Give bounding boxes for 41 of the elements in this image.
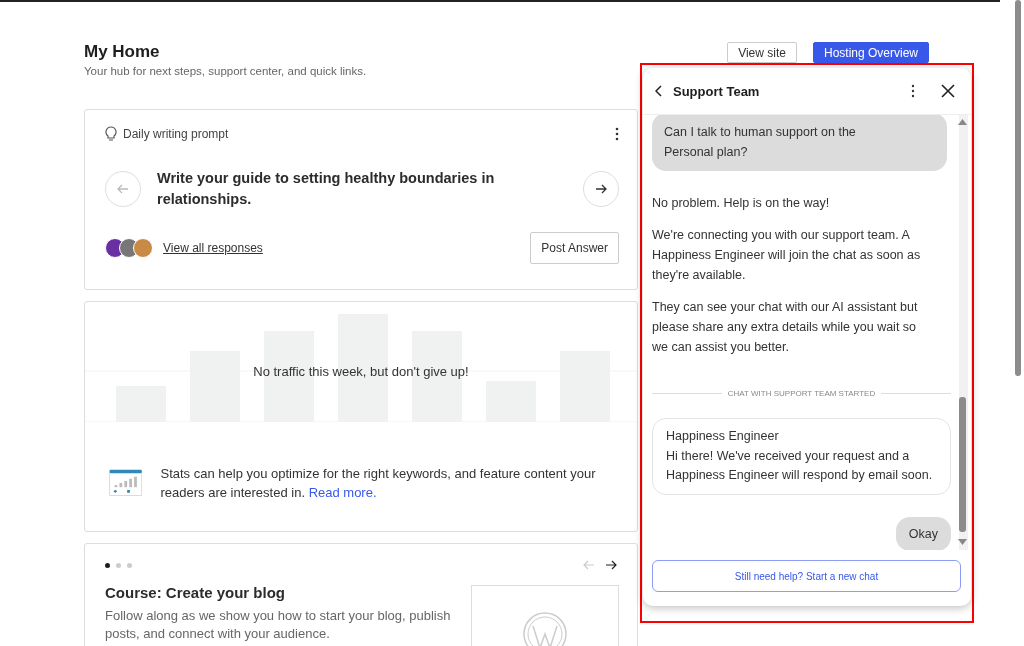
prompt-label: Daily writing prompt: [123, 127, 229, 141]
page-subtitle: Your hub for next steps, support center, and quick links.: [84, 65, 367, 77]
next-arrow-icon[interactable]: [605, 560, 617, 570]
read-more-link[interactable]: Read more.: [308, 485, 377, 500]
user-message: Okay: [895, 516, 951, 550]
chat-title: Support Team: [673, 83, 760, 99]
carousel-dot[interactable]: [105, 562, 110, 568]
course-description: Follow along as we show you how to start your blog, publish posts, and connect with your audience.: [105, 607, 452, 643]
sender-name: Happiness Engineer: [666, 428, 780, 445]
next-prompt-button[interactable]: [583, 171, 619, 207]
user-message: Can I talk to human support on the Personal plan?: [652, 115, 947, 171]
carousel-dot[interactable]: [127, 562, 132, 568]
avatar: [133, 238, 153, 258]
scroll-down-icon[interactable]: [958, 539, 967, 545]
carousel-dot[interactable]: [116, 562, 121, 568]
prompt-text: Write your guide to setting healthy boundaries in relationships.: [157, 169, 496, 209]
assistant-message: We're connecting you with our support team. A Happiness Engineer will join the chat as soon as they're available.: [652, 227, 922, 284]
back-icon[interactable]: [655, 85, 663, 97]
page-title: My Home: [84, 42, 161, 62]
logo-icon: [523, 612, 567, 646]
more-options-icon[interactable]: [615, 127, 619, 141]
assistant-message: They can see your chat with our AI assistant but please share any extra details while you wait so we can assist you better.: [652, 299, 919, 356]
view-site-button[interactable]: View site: [727, 42, 797, 63]
post-answer-button[interactable]: Post Answer: [530, 232, 619, 264]
assistant-message: No problem. Help is on the way!: [652, 195, 831, 212]
new-chat-button[interactable]: Still need help? Start a new chat: [652, 560, 961, 592]
more-options-icon[interactable]: [911, 84, 915, 98]
view-responses-link[interactable]: View all responses: [163, 241, 263, 255]
close-icon[interactable]: [941, 84, 955, 98]
right-arrow-icon: [595, 184, 607, 194]
empty-stats-message: No traffic this week, but don't give up!: [252, 364, 470, 379]
hosting-overview-button[interactable]: Hosting Overview: [812, 42, 929, 63]
page-scrollbar[interactable]: [1015, 0, 1021, 376]
message-text: Hi there! We've received your request and a Happiness Engineer will respond by email soon.: [666, 447, 934, 484]
chat-divider-label: CHAT WITH SUPPORT TEAM STARTED: [727, 389, 876, 398]
scroll-up-icon[interactable]: [958, 119, 967, 125]
scrollbar-thumb[interactable]: [959, 397, 966, 532]
stats-tip: Stats can help you optimize for the right keywords, and feature content your readers are interested in. Read more.: [160, 465, 597, 502]
lightbulb-icon: [105, 126, 117, 142]
course-title: Course: Create your blog: [105, 584, 287, 601]
left-arrow-icon: [117, 184, 129, 194]
